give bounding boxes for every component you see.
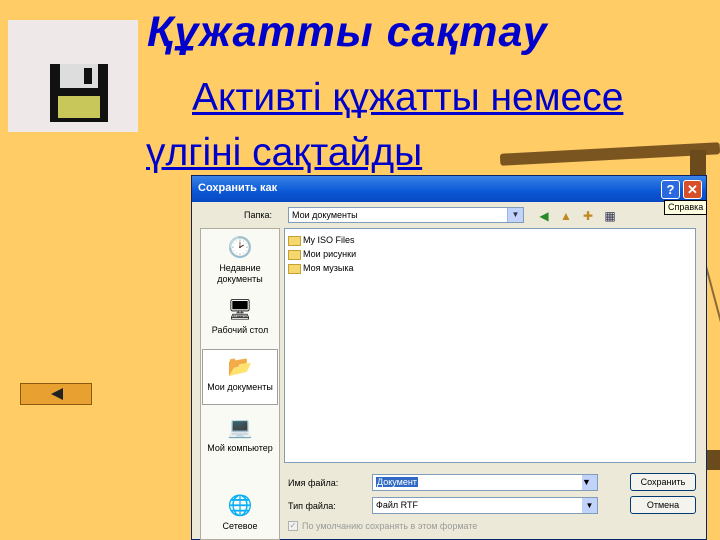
my-documents-icon: 📂 bbox=[227, 356, 253, 378]
floppy-disk-icon bbox=[50, 64, 108, 122]
list-item[interactable]: Моя музыка bbox=[288, 263, 354, 274]
default-format-checkbox[interactable]: ✓ bbox=[288, 521, 298, 531]
filetype-label: Тип файла: bbox=[288, 501, 336, 511]
recent-documents-icon: 🕑 bbox=[227, 237, 253, 259]
cancel-button[interactable]: Отмена bbox=[630, 496, 696, 514]
chevron-down-icon[interactable]: ▼ bbox=[582, 475, 597, 490]
file-list[interactable]: My ISO Files Мои рисунки Моя музыка bbox=[284, 228, 696, 463]
place-desktop[interactable]: 🖥 Рабочий стол bbox=[202, 297, 278, 336]
new-folder-icon[interactable]: ✚ bbox=[580, 208, 596, 224]
place-recent[interactable]: 🕑 Недавние документы bbox=[202, 235, 278, 285]
list-item[interactable]: Мои рисунки bbox=[288, 249, 356, 260]
back-button[interactable] bbox=[20, 383, 92, 405]
filetype-select[interactable]: Файл RTF ▼ bbox=[372, 497, 598, 514]
places-bar: 🕑 Недавние документы 🖥 Рабочий стол 📂 Мо… bbox=[200, 228, 280, 540]
chevron-down-icon[interactable]: ▼ bbox=[507, 208, 523, 222]
default-format-label: По умолчанию сохранять в этом формате bbox=[302, 521, 478, 531]
chevron-down-icon[interactable]: ▼ bbox=[582, 498, 597, 513]
folder-icon bbox=[288, 235, 301, 246]
slide-title: Құжатты сақтау bbox=[147, 8, 548, 56]
help-button[interactable]: ? bbox=[661, 180, 680, 199]
folder-icon bbox=[288, 263, 301, 274]
left-arrow-icon bbox=[51, 388, 63, 400]
back-nav-icon[interactable]: ◀ bbox=[536, 208, 552, 224]
place-my-documents[interactable]: 📂 Мои документы bbox=[202, 349, 278, 405]
help-tooltip: Справка bbox=[664, 200, 708, 215]
network-icon: 🌐 bbox=[227, 495, 253, 517]
folder-select[interactable]: Мои документы ▼ bbox=[288, 207, 524, 223]
dialog-titlebar: Сохранить как ? ✕ bbox=[192, 176, 706, 202]
place-network[interactable]: 🌐 Сетевое bbox=[202, 493, 278, 532]
folder-icon bbox=[288, 249, 301, 260]
slide-subtitle: Активті құжатты немесе үлгіні сақтайды bbox=[146, 76, 624, 174]
list-item[interactable]: My ISO Files bbox=[288, 235, 355, 246]
floppy-icon-panel bbox=[8, 20, 138, 132]
folder-label: Папка: bbox=[244, 210, 272, 220]
close-button[interactable]: ✕ bbox=[683, 180, 702, 199]
filename-label: Имя файла: bbox=[288, 478, 339, 488]
save-button[interactable]: Сохранить bbox=[630, 473, 696, 491]
place-my-computer[interactable]: 💻 Мой компьютер bbox=[202, 415, 278, 454]
desktop-icon: 🖥 bbox=[227, 299, 253, 321]
filename-input[interactable]: Документ ▼ bbox=[372, 474, 598, 491]
my-computer-icon: 💻 bbox=[227, 417, 253, 439]
save-as-dialog: Сохранить как ? ✕ Справка Папка: Мои док… bbox=[191, 175, 708, 540]
dialog-title: Сохранить как bbox=[198, 182, 278, 194]
up-folder-icon[interactable]: ▲ bbox=[558, 208, 574, 224]
view-menu-icon[interactable]: ▦ bbox=[602, 208, 618, 224]
